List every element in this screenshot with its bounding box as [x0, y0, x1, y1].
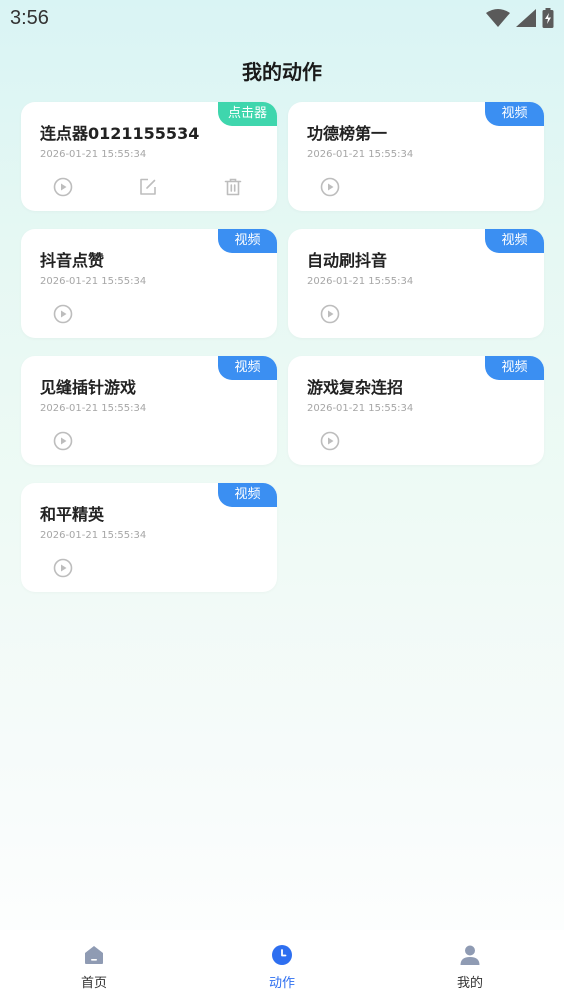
tab-mine[interactable]: 我的 [376, 930, 564, 1002]
card-title: 抖音点赞 [40, 251, 105, 270]
action-card[interactable]: 视频 抖音点赞 2026-01-21 15:55:34 [21, 229, 277, 338]
play-icon[interactable] [319, 176, 341, 198]
card-badge-video: 视频 [485, 229, 544, 253]
clock-icon [271, 944, 293, 966]
card-title: 功德榜第一 [307, 124, 388, 143]
action-card[interactable]: 视频 功德榜第一 2026-01-21 15:55:34 [288, 102, 544, 211]
play-icon[interactable] [52, 303, 74, 325]
play-icon[interactable] [319, 430, 341, 452]
tab-label: 首页 [80, 976, 107, 991]
action-card[interactable]: 视频 自动刷抖音 2026-01-21 15:55:34 [288, 229, 544, 338]
delete-icon[interactable] [222, 176, 244, 198]
tab-label: 动作 [268, 976, 295, 991]
status-time: 3:56 [10, 7, 49, 29]
play-icon[interactable] [319, 303, 341, 325]
card-title: 和平精英 [40, 505, 105, 524]
card-title: 见缝插针游戏 [40, 378, 137, 397]
play-icon[interactable] [52, 557, 74, 579]
play-icon[interactable] [52, 430, 74, 452]
battery-charging-icon [542, 8, 554, 32]
card-time: 2026-01-21 15:55:34 [307, 149, 414, 160]
status-bar: 3:56 [0, 0, 564, 38]
card-badge-video: 视频 [218, 356, 277, 380]
status-icons [486, 8, 554, 32]
page-title: 我的动作 [242, 60, 322, 84]
edit-icon[interactable] [137, 176, 159, 198]
card-title: 游戏复杂连招 [307, 378, 404, 397]
card-title: 自动刷抖音 [307, 251, 388, 270]
card-time: 2026-01-21 15:55:34 [40, 276, 147, 287]
card-time: 2026-01-21 15:55:34 [40, 530, 147, 541]
card-badge-video: 视频 [485, 356, 544, 380]
tab-home[interactable]: 首页 [0, 930, 188, 1002]
card-time: 2026-01-21 15:55:34 [40, 149, 147, 160]
home-icon [83, 944, 105, 966]
card-time: 2026-01-21 15:55:34 [40, 403, 147, 414]
card-time: 2026-01-21 15:55:34 [307, 276, 414, 287]
card-time: 2026-01-21 15:55:34 [307, 403, 414, 414]
action-card[interactable]: 视频 见缝插针游戏 2026-01-21 15:55:34 [21, 356, 277, 465]
card-badge-video: 视频 [218, 483, 277, 507]
card-badge-video: 视频 [218, 229, 277, 253]
card-badge-clicker: 点击器 [218, 102, 277, 126]
tab-label: 我的 [456, 976, 483, 991]
card-badge-video: 视频 [485, 102, 544, 126]
bottom-tab-bar: 首页 动作 我的 [0, 930, 564, 1002]
play-icon[interactable] [52, 176, 74, 198]
action-card[interactable]: 点击器 连点器0121155534 2026-01-21 15:55:34 [21, 102, 277, 211]
card-title: 连点器0121155534 [40, 124, 200, 143]
wifi-icon [486, 9, 510, 31]
tab-actions[interactable]: 动作 [188, 930, 376, 1002]
cell-signal-icon [516, 9, 536, 31]
action-card[interactable]: 视频 和平精英 2026-01-21 15:55:34 [21, 483, 277, 592]
user-icon [459, 944, 481, 966]
action-card[interactable]: 视频 游戏复杂连招 2026-01-21 15:55:34 [288, 356, 544, 465]
